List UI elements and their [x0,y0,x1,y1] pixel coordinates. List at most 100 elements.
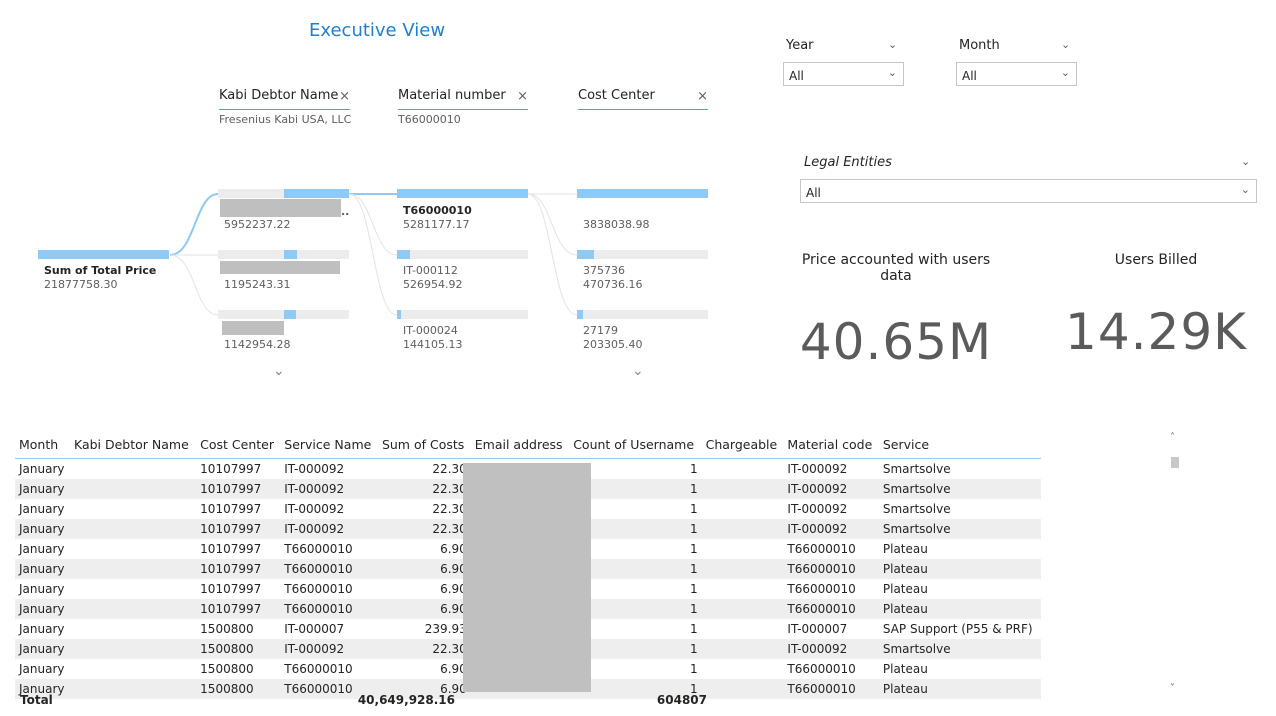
table-cell [70,459,196,480]
email-redaction [463,463,591,692]
table-cell: IT-000092 [783,479,879,499]
legal-entities-dropdown[interactable]: All ⌄ [800,179,1257,203]
table-cell [702,459,784,480]
table-cell: 22.30 [377,639,471,659]
chevron-down-icon[interactable]: ˅ [1170,683,1175,694]
table-cell: 1500800 [200,662,254,676]
table-cell: Smartsolve [882,502,951,516]
month-header-chevron-icon[interactable]: ⌄ [1061,38,1070,51]
column-header[interactable]: Cost Center [196,430,281,459]
year-header-chevron-icon[interactable]: ⌄ [888,38,897,51]
total-costs: 40,649,928.16 [357,693,455,707]
table-cell: Plateau [878,679,1041,699]
table-cell: January [19,502,65,516]
column-header[interactable]: Chargeable [701,430,784,459]
table-cell: Plateau [878,559,1041,579]
table-cell [69,559,197,579]
table-cell: 22.30 [432,502,467,516]
table-cell [69,679,197,699]
table-cell: Plateau [882,542,928,556]
year-dropdown[interactable]: All ⌄ [783,62,904,86]
chevron-up-icon[interactable]: ˄ [1170,432,1175,443]
table-cell: 10107997 [200,542,262,556]
card-users-value: 14.29K [1065,303,1247,361]
card-price-title: Price accounted with users data [801,252,991,284]
table-cell: 1500800 [196,639,281,659]
table-cell: January [19,542,65,556]
month-dropdown[interactable]: All ⌄ [956,62,1077,86]
table-cell: January [15,559,70,579]
table-cell [702,659,784,679]
chevron-down-icon[interactable]: ⌄ [632,363,644,379]
tree-node-label: 375736 [583,264,625,277]
column-header[interactable]: Sum of Costs [377,430,471,459]
total-label: Total [20,693,53,707]
column-header[interactable]: Email address [470,430,570,459]
table-cell: 6.90 [377,559,471,579]
table-cell: January [15,639,70,659]
table-cell [70,619,196,639]
table-cell: 1500800 [196,679,281,699]
tree-node-label: T66000010 [403,204,472,217]
tree-node-value: 144105.13 [403,338,463,351]
table-cell [701,639,784,659]
table-cell [702,539,784,559]
table-cell: 6.90 [440,542,467,556]
table-cell: 10107997 [200,502,262,516]
table-cell: T66000010 [284,542,353,556]
table-cell: 6.90 [440,662,467,676]
table-cell: SAP Support (P55 & PRF) [882,622,1033,636]
card-users-title: Users Billed [1114,252,1198,268]
table-cell [70,539,196,559]
table-cell [70,659,196,679]
table-cell: IT-000007 [787,622,848,636]
table-cell: Plateau [882,662,928,676]
legal-header-chevron-icon[interactable]: ⌄ [1241,155,1250,168]
table-cell: Smartsolve [878,519,1041,539]
table-cell [70,579,196,599]
table-cell: T66000010 [284,662,353,676]
scrollbar-thumb[interactable] [1171,457,1179,468]
column-header[interactable]: Month [15,430,70,459]
table-cell: 10107997 [196,479,281,499]
table-cell: IT-000092 [783,519,879,539]
table-cell: T66000010 [783,559,879,579]
table-cell: January [15,519,70,539]
table-cell [69,519,197,539]
table-scrollbar[interactable]: ˄ ˅ [1170,432,1180,695]
table-cell: IT-000092 [284,502,345,516]
column-header[interactable]: Material code [783,430,879,459]
year-dropdown-value: All [789,69,804,83]
table-cell [70,499,196,519]
table-cell: 1500800 [200,622,254,636]
chevron-down-icon[interactable]: ⌄ [273,363,285,379]
table-cell: T66000010 [783,599,879,619]
table-cell [69,639,197,659]
chevron-down-icon: ⌄ [1060,66,1070,79]
table-cell: T66000010 [787,542,856,556]
table-cell: T66000010 [280,599,378,619]
tree-node-label: IT-000024 [403,324,458,337]
table-cell: IT-000092 [284,462,345,476]
table-cell: Plateau [882,582,928,596]
column-header[interactable]: Count of Username [569,430,702,459]
tree-node-value: 5281177.17 [403,218,470,231]
table-cell: January [15,479,70,499]
table-cell [701,479,784,499]
table-cell: 6.90 [377,599,471,619]
table-cell [702,619,784,639]
column-header[interactable]: Service Name [280,430,378,459]
table-cell: 10107997 [200,582,262,596]
table-cell: 6.90 [440,582,467,596]
column-header[interactable]: Service [878,430,1041,459]
tree-root-bar[interactable] [38,250,169,259]
legal-entities-label: Legal Entities [804,155,892,170]
tree-node-value: 5952237.22 [224,218,291,231]
table-cell: 22.30 [377,519,471,539]
table-cell: Plateau [878,599,1041,619]
card-price-value: 40.65M [799,313,993,371]
table-cell: T66000010 [783,679,879,699]
legal-dropdown-value: All [806,186,821,200]
table-cell: T66000010 [284,582,353,596]
column-header[interactable]: Kabi Debtor Name [69,430,197,459]
